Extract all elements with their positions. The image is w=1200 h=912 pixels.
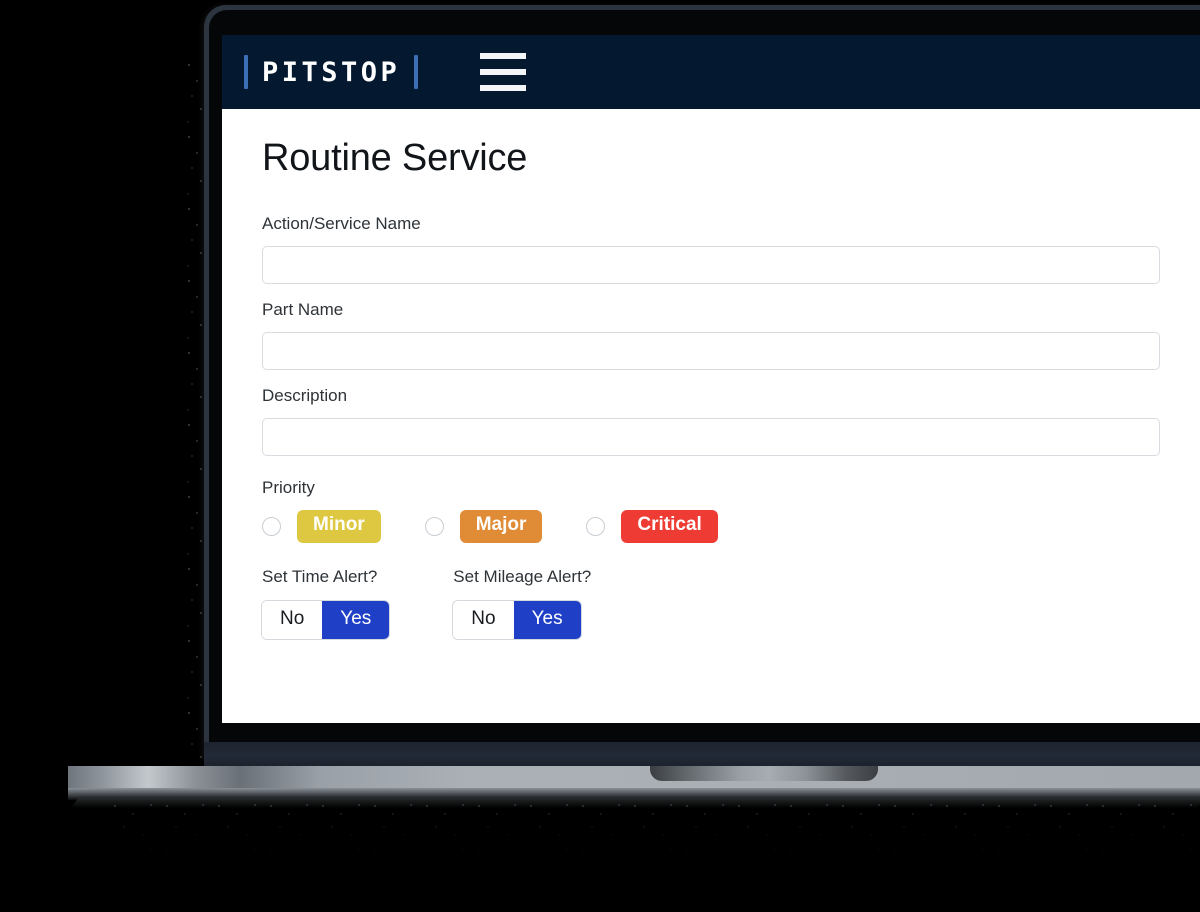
mileage-alert-yes-button[interactable]: Yes bbox=[513, 600, 581, 639]
laptop-base-notch bbox=[650, 766, 878, 781]
hamburger-bar-2 bbox=[480, 69, 527, 75]
hamburger-bar-1 bbox=[480, 53, 527, 59]
mileage-alert-no-button[interactable]: No bbox=[453, 600, 514, 639]
field-action-service-name: Action/Service Name bbox=[262, 214, 1160, 284]
alerts-row: Set Time Alert? No Yes Set Mileage Alert… bbox=[262, 567, 1160, 639]
brand-bar-right bbox=[414, 55, 419, 89]
bottom-noise-texture bbox=[110, 800, 1200, 858]
mileage-alert-block: Set Mileage Alert? No Yes bbox=[453, 567, 591, 639]
priority-option-critical[interactable]: Critical bbox=[586, 510, 718, 543]
time-alert-label: Set Time Alert? bbox=[262, 566, 378, 586]
laptop-base-shadow bbox=[71, 798, 1200, 808]
laptop-mockup: PITSTOP Routine Service Action/Service N… bbox=[0, 0, 1200, 912]
page-body: Routine Service Action/Service Name Part… bbox=[222, 109, 1200, 639]
radio-minor[interactable] bbox=[262, 516, 281, 536]
laptop-screen: PITSTOP Routine Service Action/Service N… bbox=[222, 35, 1200, 723]
field-label-part-name: Part Name bbox=[262, 300, 344, 319]
hamburger-menu-icon[interactable] bbox=[480, 53, 527, 91]
app-navbar: PITSTOP bbox=[222, 35, 1200, 109]
mileage-alert-label: Set Mileage Alert? bbox=[453, 566, 592, 586]
radio-major[interactable] bbox=[424, 516, 444, 536]
radio-critical[interactable] bbox=[586, 516, 606, 536]
brand-name: PITSTOP bbox=[262, 56, 401, 88]
priority-options: Minor Major Critical bbox=[262, 510, 1160, 543]
description-input[interactable] bbox=[262, 418, 1160, 456]
laptop-base bbox=[68, 766, 1200, 790]
badge-major[interactable]: Major bbox=[459, 510, 543, 543]
mileage-alert-toggle-group[interactable]: No Yes bbox=[453, 600, 581, 639]
field-label-description: Description bbox=[262, 386, 348, 405]
time-alert-block: Set Time Alert? No Yes bbox=[262, 566, 390, 639]
left-edge-noise-texture bbox=[186, 58, 206, 758]
page-title: Routine Service bbox=[262, 137, 528, 179]
action-service-name-input[interactable] bbox=[262, 246, 1160, 284]
field-part-name: Part Name bbox=[262, 300, 1160, 370]
priority-option-major[interactable]: Major bbox=[424, 510, 543, 543]
time-alert-toggle-group[interactable]: No Yes bbox=[262, 600, 390, 639]
brand-bar-left bbox=[244, 55, 248, 89]
laptop-lid-bottom-strip bbox=[204, 742, 1200, 768]
priority-group: Priority Minor Major Critical bbox=[262, 478, 1160, 543]
badge-minor[interactable]: Minor bbox=[297, 510, 381, 543]
field-label-action-service-name: Action/Service Name bbox=[262, 214, 421, 233]
field-description: Description bbox=[262, 386, 1160, 456]
priority-label: Priority bbox=[262, 478, 315, 497]
time-alert-no-button[interactable]: No bbox=[262, 600, 323, 639]
badge-critical[interactable]: Critical bbox=[621, 510, 718, 543]
part-name-input[interactable] bbox=[262, 332, 1160, 370]
priority-option-minor[interactable]: Minor bbox=[262, 510, 381, 543]
brand-logo[interactable]: PITSTOP bbox=[244, 52, 419, 92]
time-alert-yes-button[interactable]: Yes bbox=[322, 600, 390, 639]
hamburger-bar-3 bbox=[480, 85, 527, 91]
